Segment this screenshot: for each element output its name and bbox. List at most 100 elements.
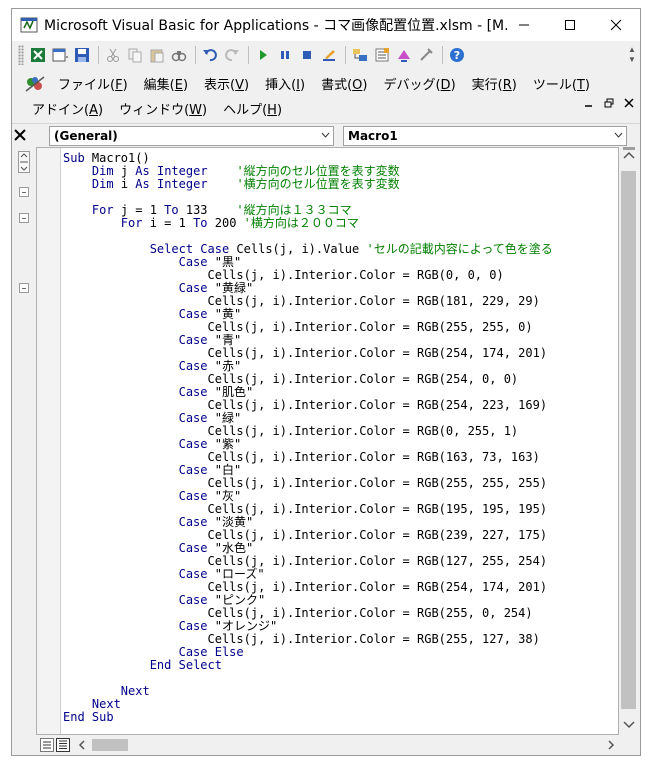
menu-addins-label: アドイン(: [32, 103, 90, 118]
maximize-button[interactable]: [547, 9, 593, 41]
menu-run-label: 実行(: [471, 78, 503, 93]
svg-text:?: ?: [454, 49, 460, 62]
procedure-combo-value: Macro1: [348, 129, 398, 143]
title-bar[interactable]: Microsoft Visual Basic for Applications …: [12, 9, 640, 41]
toolbox-icon: [420, 48, 433, 61]
cut-icon: [107, 48, 119, 62]
insert-module-button[interactable]: [50, 45, 70, 65]
close-button[interactable]: [593, 9, 639, 41]
menu-run-end: ): [511, 78, 517, 93]
cut-button[interactable]: [103, 45, 123, 65]
menu-format[interactable]: 書式(O): [313, 74, 375, 93]
menu-edit[interactable]: 編集(E): [136, 74, 196, 93]
break-button[interactable]: [275, 45, 295, 65]
reset-icon: [303, 51, 311, 59]
menu-row-1: ファイル(F) 編集(E) 表示(V) 挿入(I) 書式(O) デバッグ(D) …: [12, 71, 598, 96]
menu-addins-key: A: [89, 103, 98, 118]
split-handle-icon[interactable]: [18, 151, 30, 173]
menu-debug[interactable]: デバッグ(D): [375, 74, 463, 93]
code-editor[interactable]: Sub Macro1() Dim j As Integer '縦方向のセル位置を…: [36, 147, 619, 735]
break-icon: [281, 51, 289, 59]
redo-button[interactable]: [222, 45, 242, 65]
menu-insert[interactable]: 挿入(I): [257, 74, 313, 93]
menu-help-label: ヘルプ(: [223, 103, 268, 118]
run-button[interactable]: [253, 45, 273, 65]
save-button[interactable]: [72, 45, 92, 65]
scroll-down-icon[interactable]: [623, 721, 635, 729]
close-pane-icon[interactable]: [13, 128, 27, 142]
mdi-minimize-icon[interactable]: [584, 98, 594, 108]
menu-addins-end: ): [97, 103, 104, 118]
left-rail: [12, 147, 36, 737]
code-line[interactable]: End Sub: [63, 711, 553, 724]
menu-edit-end: ): [182, 78, 189, 93]
copy-button[interactable]: [125, 45, 145, 65]
scroll-up-icon[interactable]: [623, 151, 635, 159]
paste-button[interactable]: [147, 45, 167, 65]
mdi-close-icon[interactable]: [624, 98, 634, 108]
toolbar-separator: [442, 46, 443, 64]
properties-button[interactable]: [372, 45, 392, 65]
help-button[interactable]: ?: [447, 45, 467, 65]
reset-button[interactable]: [297, 45, 317, 65]
design-mode-button[interactable]: [319, 45, 339, 65]
menu-window[interactable]: ウィンドウ(W): [111, 99, 215, 118]
copy-icon: [128, 48, 142, 63]
bottom-bar: [12, 735, 640, 755]
menu-file-end: ): [122, 78, 128, 93]
toolbar-separator: [98, 46, 99, 64]
procedure-combo[interactable]: Macro1: [343, 126, 627, 146]
project-explorer-button[interactable]: [350, 45, 370, 65]
view-excel-button[interactable]: [28, 45, 48, 65]
menu-view-key: V: [235, 78, 244, 93]
code-line[interactable]: For i = 1 To 200 '横方向は２００コマ: [63, 217, 553, 230]
menu-file-label: ファイル(: [58, 78, 116, 93]
menu-file[interactable]: ファイル(F): [50, 74, 136, 93]
menu-row-2: アドイン(A) ウィンドウ(W) ヘルプ(H): [12, 96, 290, 121]
menu-insert-label: 挿入(: [265, 78, 297, 93]
vba-module-icon[interactable]: [24, 74, 46, 94]
find-button[interactable]: [169, 45, 189, 65]
toolbox-button[interactable]: [416, 45, 436, 65]
vertical-split-bar[interactable]: [623, 147, 635, 150]
mdi-restore-icon[interactable]: [604, 98, 614, 108]
menu-addins[interactable]: アドイン(A): [24, 99, 111, 118]
horizontal-scroll-thumb[interactable]: [92, 739, 128, 751]
undo-button[interactable]: [200, 45, 220, 65]
paste-icon: [150, 49, 164, 63]
procedure-view-icon[interactable]: [40, 738, 54, 752]
toolbar-overflow-chevron-icon[interactable]: ▲ ▼: [628, 45, 636, 65]
collapse-toggle[interactable]: [19, 283, 29, 293]
find-icon: [171, 51, 187, 62]
menu-tools[interactable]: ツール(T): [525, 74, 598, 93]
code-line[interactable]: End Select: [63, 659, 553, 672]
code-line[interactable]: Next: [63, 698, 553, 711]
menu-debug-label: デバッグ(: [383, 78, 441, 93]
object-combo[interactable]: (General): [49, 126, 334, 146]
scroll-right-icon[interactable]: [607, 740, 615, 750]
menu-run-key: R: [502, 78, 512, 93]
code-line[interactable]: Dim i As Integer '横方向のセル位置を表す変数: [63, 178, 553, 191]
menu-help[interactable]: ヘルプ(H): [215, 99, 290, 118]
horizontal-scrollbar[interactable]: [76, 735, 619, 755]
code-text[interactable]: Sub Macro1() Dim j As Integer '縦方向のセル位置を…: [63, 152, 553, 724]
menu-file-key: F: [115, 78, 123, 93]
menu-view-label: 表示(: [204, 78, 236, 93]
code-line[interactable]: Next: [63, 685, 553, 698]
properties-icon: [375, 48, 389, 62]
collapse-toggle[interactable]: [19, 213, 29, 223]
code-window-header: (General) Macro1: [12, 123, 640, 147]
minimize-icon: [519, 24, 529, 26]
minimize-button[interactable]: [501, 9, 547, 41]
toolbar-grip[interactable]: [18, 45, 24, 65]
vertical-scrollbar[interactable]: [619, 147, 640, 735]
menu-run[interactable]: 実行(R): [464, 74, 525, 93]
menu-view[interactable]: 表示(V): [196, 74, 257, 93]
vba-app-icon: [20, 17, 38, 33]
collapse-toggle[interactable]: [19, 187, 29, 197]
scroll-left-icon[interactable]: [78, 740, 86, 750]
indicator-margin[interactable]: [37, 148, 61, 734]
object-browser-button[interactable]: [394, 45, 414, 65]
vertical-scroll-thumb[interactable]: [621, 171, 636, 709]
full-module-view-icon[interactable]: [56, 738, 70, 752]
